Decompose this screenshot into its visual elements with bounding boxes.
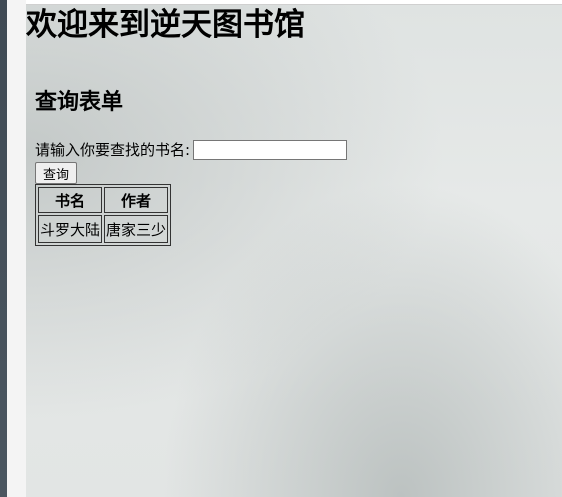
background-image xyxy=(26,5,562,497)
cell-book-author: 唐家三少 xyxy=(104,215,169,243)
table-row: 斗罗大陆 唐家三少 xyxy=(38,215,169,243)
search-row: 请输入你要查找的书名: xyxy=(35,139,348,161)
column-header-author: 作者 xyxy=(104,187,169,213)
window-edge-bar xyxy=(0,0,7,497)
form-title: 查询表单 xyxy=(35,90,124,115)
page-gutter xyxy=(7,0,26,497)
column-header-title: 书名 xyxy=(38,187,103,213)
query-button[interactable]: 查询 xyxy=(35,162,78,184)
page-title: 欢迎来到逆天图书馆 xyxy=(26,7,305,43)
results-table: 书名 作者 斗罗大陆 唐家三少 xyxy=(35,184,172,246)
search-label: 请输入你要查找的书名: xyxy=(35,141,191,159)
table-header-row: 书名 作者 xyxy=(38,187,169,213)
cell-book-title: 斗罗大陆 xyxy=(38,215,103,243)
book-name-input[interactable] xyxy=(193,140,348,160)
